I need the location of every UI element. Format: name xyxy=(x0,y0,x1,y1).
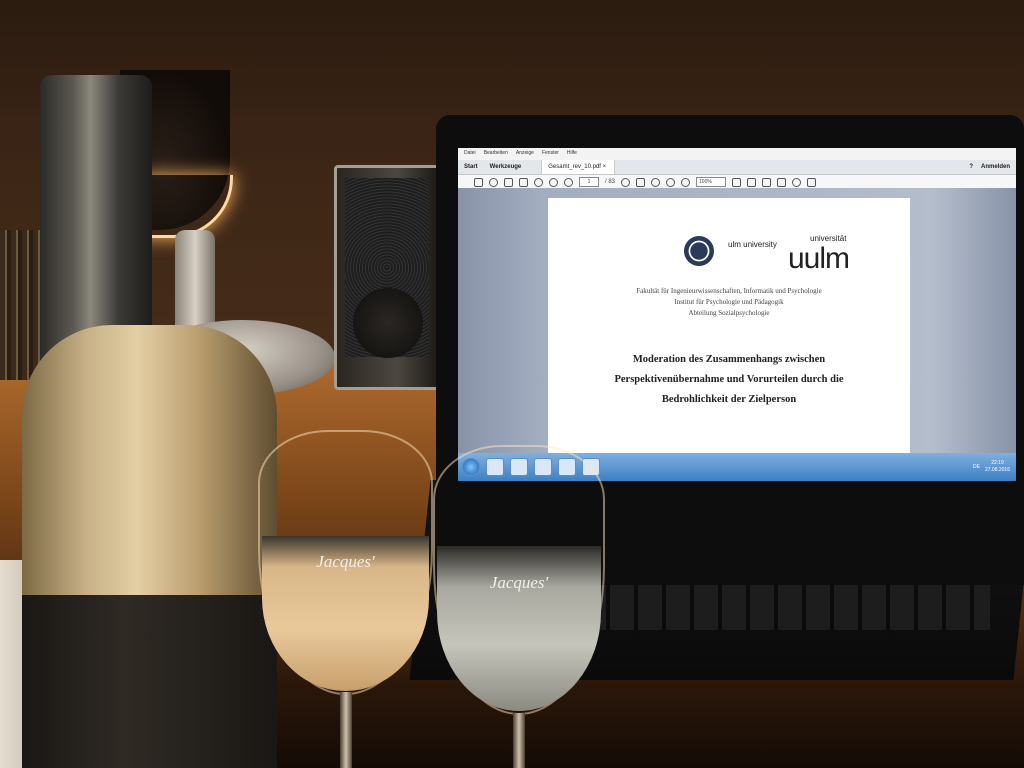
find-icon[interactable] xyxy=(621,177,631,187)
speaker-woofer xyxy=(353,288,423,358)
menu-window[interactable]: Fenster xyxy=(542,150,559,158)
photo-scene: DELL Datei Bearbeiten Anzeige Fenster Hi… xyxy=(0,0,1024,768)
language-indicator[interactable]: DE xyxy=(973,464,980,470)
university-seal-icon xyxy=(684,236,714,266)
comment-icon[interactable] xyxy=(792,177,802,187)
faculty-block: Fakultät für Ingenieurwissenschaften, In… xyxy=(548,286,910,319)
fullscreen-icon[interactable] xyxy=(762,177,772,187)
title-line: Moderation des Zusammenhangs zwischen xyxy=(632,354,826,365)
glass-bowl: Jacques' xyxy=(258,430,433,695)
select-cursor-icon[interactable] xyxy=(636,177,646,187)
wine-glass-right: Jacques' xyxy=(433,445,605,768)
institute-line: Institut für Psychologie und Pädagogik xyxy=(674,298,784,306)
tab-document[interactable]: Gesamt_rev_10.pdf × xyxy=(541,160,616,174)
wine-bottle xyxy=(22,75,277,768)
print-icon[interactable] xyxy=(504,177,513,187)
tab-tools[interactable]: Werkzeuge xyxy=(484,164,528,170)
wine-glass-left: Jacques' xyxy=(258,430,433,768)
title-line: Perspektivenübernahme und Vorurteilen du… xyxy=(614,374,844,385)
tab-start[interactable]: Start xyxy=(458,164,484,170)
signin-button[interactable]: Anmelden xyxy=(981,164,1010,170)
page-number-input[interactable]: 1 xyxy=(579,177,599,187)
laptop-screen: Datei Bearbeiten Anzeige Fenster Hilfe S… xyxy=(458,148,1016,481)
header-right: ? Anmelden xyxy=(969,164,1016,170)
download-icon[interactable] xyxy=(777,177,787,187)
tab-close-icon[interactable]: × xyxy=(603,164,607,170)
glass-brand: Jacques' xyxy=(489,573,549,592)
search-icon[interactable] xyxy=(534,177,543,187)
document-title: Moderation des Zusammenhangs zwischen Pe… xyxy=(548,350,910,410)
menu-view[interactable]: Anzeige xyxy=(516,150,534,158)
department-line: Abteilung Sozialpsychologie xyxy=(688,309,770,317)
zoom-out-icon[interactable] xyxy=(666,177,676,187)
menu-file[interactable]: Datei xyxy=(464,150,476,158)
speaker xyxy=(334,165,440,390)
tab-document-label: Gesamt_rev_10.pdf xyxy=(548,164,601,170)
clock-time: 22:19 xyxy=(991,460,1004,466)
title-line: Bedrohlichkeit der Zielperson xyxy=(661,394,797,405)
clock-date: 27.08.2016 xyxy=(984,467,1010,473)
mail-icon[interactable] xyxy=(519,177,528,187)
pdf-page: ulm university universität uulm Fakultät… xyxy=(548,198,910,453)
page-total: / 83 xyxy=(605,179,616,185)
hand-icon[interactable] xyxy=(651,177,661,187)
glass-stem xyxy=(513,713,525,768)
glass-stem xyxy=(340,692,352,768)
zoom-select[interactable]: 100% xyxy=(696,177,727,187)
menu-edit[interactable]: Bearbeiten xyxy=(484,150,508,158)
pen-icon[interactable] xyxy=(807,177,817,187)
save-icon[interactable] xyxy=(474,177,483,187)
system-tray: DE 22:19 27.08.2016 xyxy=(973,460,1016,474)
page-up-icon[interactable] xyxy=(549,177,558,187)
clock[interactable]: 22:19 27.08.2016 xyxy=(985,460,1010,474)
glass-wine xyxy=(437,546,601,711)
document-workspace: ulm university universität uulm Fakultät… xyxy=(458,188,1016,453)
bottle-label xyxy=(22,595,277,768)
menu-help[interactable]: Hilfe xyxy=(567,150,577,158)
menu-bar: Datei Bearbeiten Anzeige Fenster Hilfe xyxy=(458,148,1016,160)
logo-ulm-university: ulm university xyxy=(728,240,777,249)
help-icon[interactable]: ? xyxy=(969,164,973,170)
fit-width-icon[interactable] xyxy=(747,177,757,187)
glass-brand: Jacques' xyxy=(316,552,375,571)
upload-icon[interactable] xyxy=(489,177,498,187)
logo-uulm: uulm xyxy=(788,242,850,275)
bottle-neck xyxy=(40,75,152,365)
zoom-in-icon[interactable] xyxy=(681,177,691,187)
faculty-line: Fakultät für Ingenieurwissenschaften, In… xyxy=(636,287,822,295)
tab-bar: Start Werkzeuge Gesamt_rev_10.pdf × ? An… xyxy=(458,160,1016,175)
glass-bowl: Jacques' xyxy=(433,445,605,715)
fit-page-icon[interactable] xyxy=(732,177,742,187)
page-down-icon[interactable] xyxy=(564,177,573,187)
